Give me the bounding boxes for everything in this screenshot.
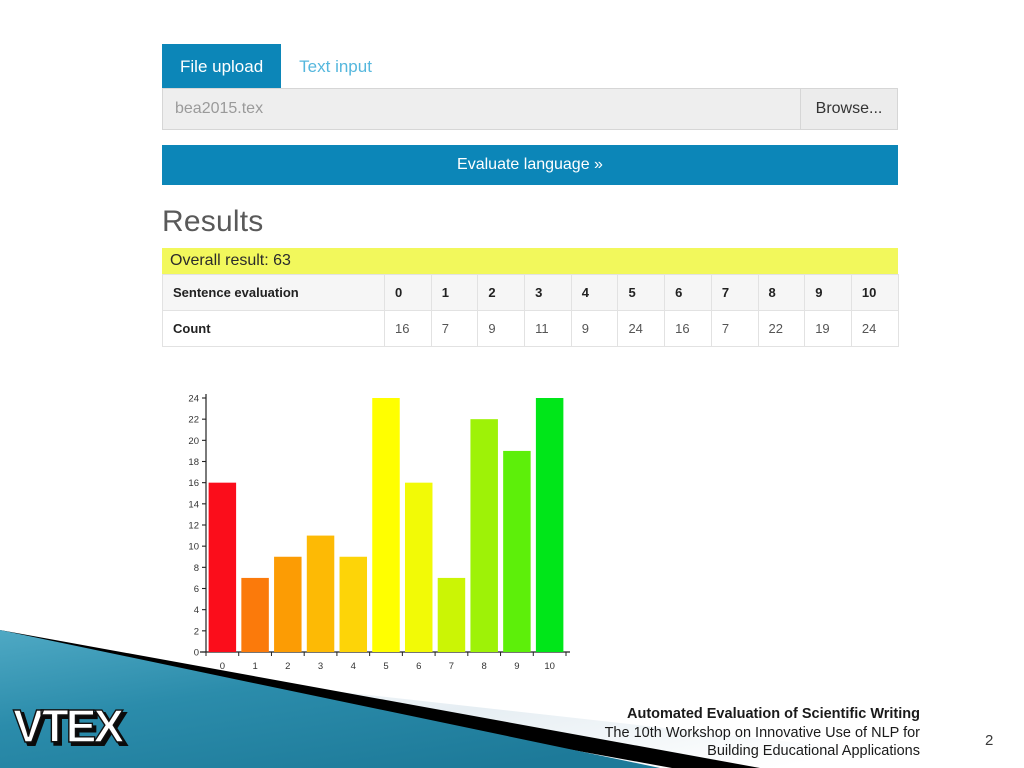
x-axis-tick-label: 1 [252,661,257,672]
y-axis-tick-label: 18 [188,457,199,468]
table-header-cell: 10 [850,274,899,311]
footer-subtitle-line-2: Building Educational Applications [707,743,920,760]
table-header-sentence-evaluation: Sentence evaluation [162,274,385,311]
y-axis-tick-label: 14 [188,499,199,510]
x-axis-tick-label: 3 [318,661,323,672]
y-axis-tick-label: 10 [188,542,199,553]
table-cell-count: 9 [477,310,526,347]
file-name-input[interactable]: bea2015.tex [163,89,800,129]
x-axis-tick-label: 2 [285,661,290,672]
footer-text-block: Automated Evaluation of Scientific Writi… [500,705,920,761]
table-cell-count: 9 [570,310,619,347]
bar-9 [503,450,531,652]
x-axis-tick-label: 8 [482,661,487,672]
bar-3 [306,535,335,652]
browse-button[interactable]: Browse... [800,89,897,129]
tab-bar: File upload Text input [162,44,898,88]
y-axis-tick-label: 0 [194,648,199,659]
results-heading: Results [162,205,264,238]
y-axis-tick-label: 12 [188,521,199,532]
y-axis-tick-label: 6 [194,584,199,595]
slide-canvas: File upload Text input bea2015.tex Brows… [0,0,1024,768]
results-bar-chart: 0 2 4 6 8 10 12 14 16 18 20 22 24 0 1 2 3 4 5 6 7 8 9 10 [176,384,576,684]
vtex-logo-shadow: VTEX [16,703,127,755]
y-axis-tick-label: 8 [194,563,199,574]
y-axis-tick-label: 16 [188,478,199,489]
table-cell-count: 19 [804,310,852,347]
overall-result-banner: Overall result: 63 [162,248,898,274]
file-upload-row: bea2015.tex Browse... [162,88,898,130]
y-axis-tick-label: 2 [194,626,199,637]
table-header-cell: 1 [430,274,479,311]
footer-subtitle-line-1: The 10th Workshop on Innovative Use of N… [604,724,920,741]
evaluate-language-button[interactable]: Evaluate language » [162,145,898,185]
x-axis-tick-label: 6 [416,661,421,672]
bar-10 [535,398,564,652]
y-axis-tick-label: 24 [188,394,199,405]
table-header-row: Sentence evaluation 0 1 2 3 4 5 6 7 8 9 … [162,274,899,311]
x-axis-tick-label: 10 [544,661,555,672]
x-axis-tick-label: 9 [514,661,519,672]
x-axis-tick-label: 7 [449,661,454,672]
bar-6 [404,482,433,652]
table-header-cell: 0 [384,274,432,311]
table-cell-count: 22 [757,310,806,347]
evaluation-app-panel: File upload Text input bea2015.tex Brows… [162,44,899,347]
tab-file-upload[interactable]: File upload [162,44,282,88]
vtex-logo: VTEX VTEX [12,700,131,756]
bar-4 [339,556,368,652]
table-cell-count: 24 [850,310,899,347]
table-header-cell: 6 [664,274,712,311]
table-cell-count: 7 [430,310,479,347]
table-row: Count 16 7 9 11 9 24 16 7 22 19 24 [162,310,899,347]
table-header-cell: 4 [570,274,619,311]
footer-title: Automated Evaluation of Scientific Writi… [627,706,920,722]
y-axis-tick-label: 4 [194,605,199,616]
bar-5 [372,398,400,652]
table-cell-count: 16 [384,310,432,347]
table-header-cell: 5 [617,274,666,311]
bar-chart-svg: 0246810121416182022240 1 2 3 4 5 6 7 8 9 10 [188,394,570,672]
bar-0 [208,482,237,652]
bar-8 [470,419,498,652]
table-cell-count: 24 [617,310,666,347]
table-cell-count: 7 [710,310,759,347]
bar-1 [241,577,269,652]
x-axis-tick-label: 0 [220,661,225,672]
vtex-logo-text: VTEX [13,700,124,752]
x-axis-tick-label: 5 [383,661,388,672]
tab-text-input[interactable]: Text input [281,44,390,88]
bar-2 [274,556,302,652]
bar-7 [437,577,466,652]
table-header-cell: 9 [804,274,852,311]
table-header-cell: 2 [477,274,526,311]
y-axis-tick-label: 20 [188,436,199,447]
results-table: Sentence evaluation 0 1 2 3 4 5 6 7 8 9 … [162,274,899,347]
table-header-cell: 3 [524,274,572,311]
y-axis-tick-label: 22 [188,415,199,426]
table-header-cell: 8 [757,274,806,311]
table-cell-count: 11 [524,310,572,347]
table-row-label-count: Count [162,310,385,347]
table-header-cell: 7 [710,274,759,311]
page-number: 2 [985,732,994,749]
table-cell-count: 16 [664,310,712,347]
x-axis-tick-label: 4 [351,661,356,672]
